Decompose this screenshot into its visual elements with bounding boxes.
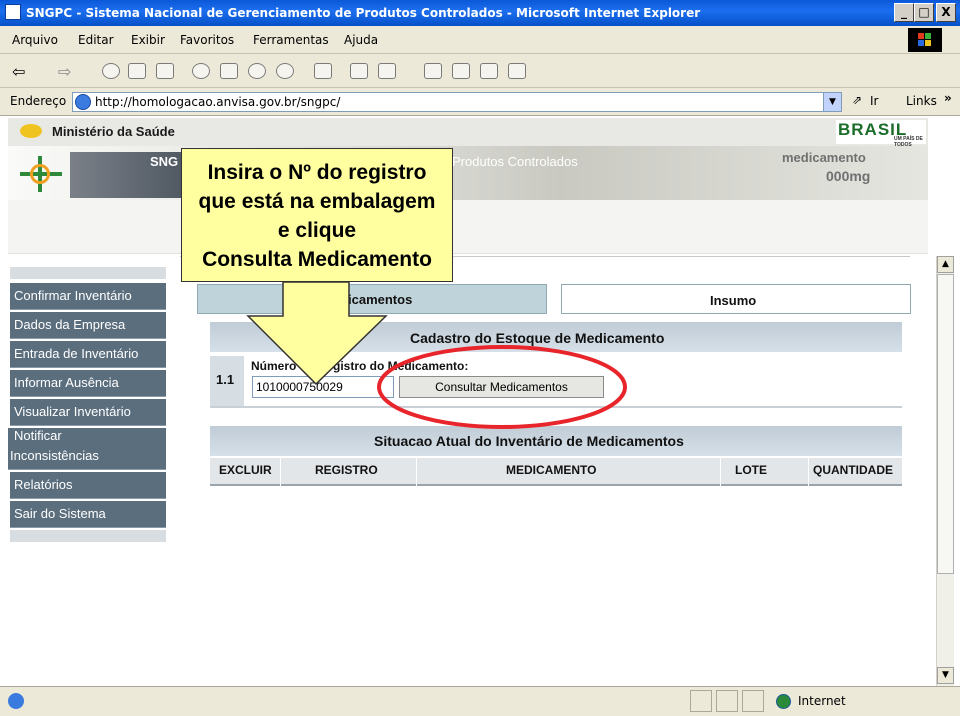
annotation-overlay <box>246 281 627 429</box>
highlight-ellipse <box>377 345 627 429</box>
callout-arrow <box>246 281 388 386</box>
